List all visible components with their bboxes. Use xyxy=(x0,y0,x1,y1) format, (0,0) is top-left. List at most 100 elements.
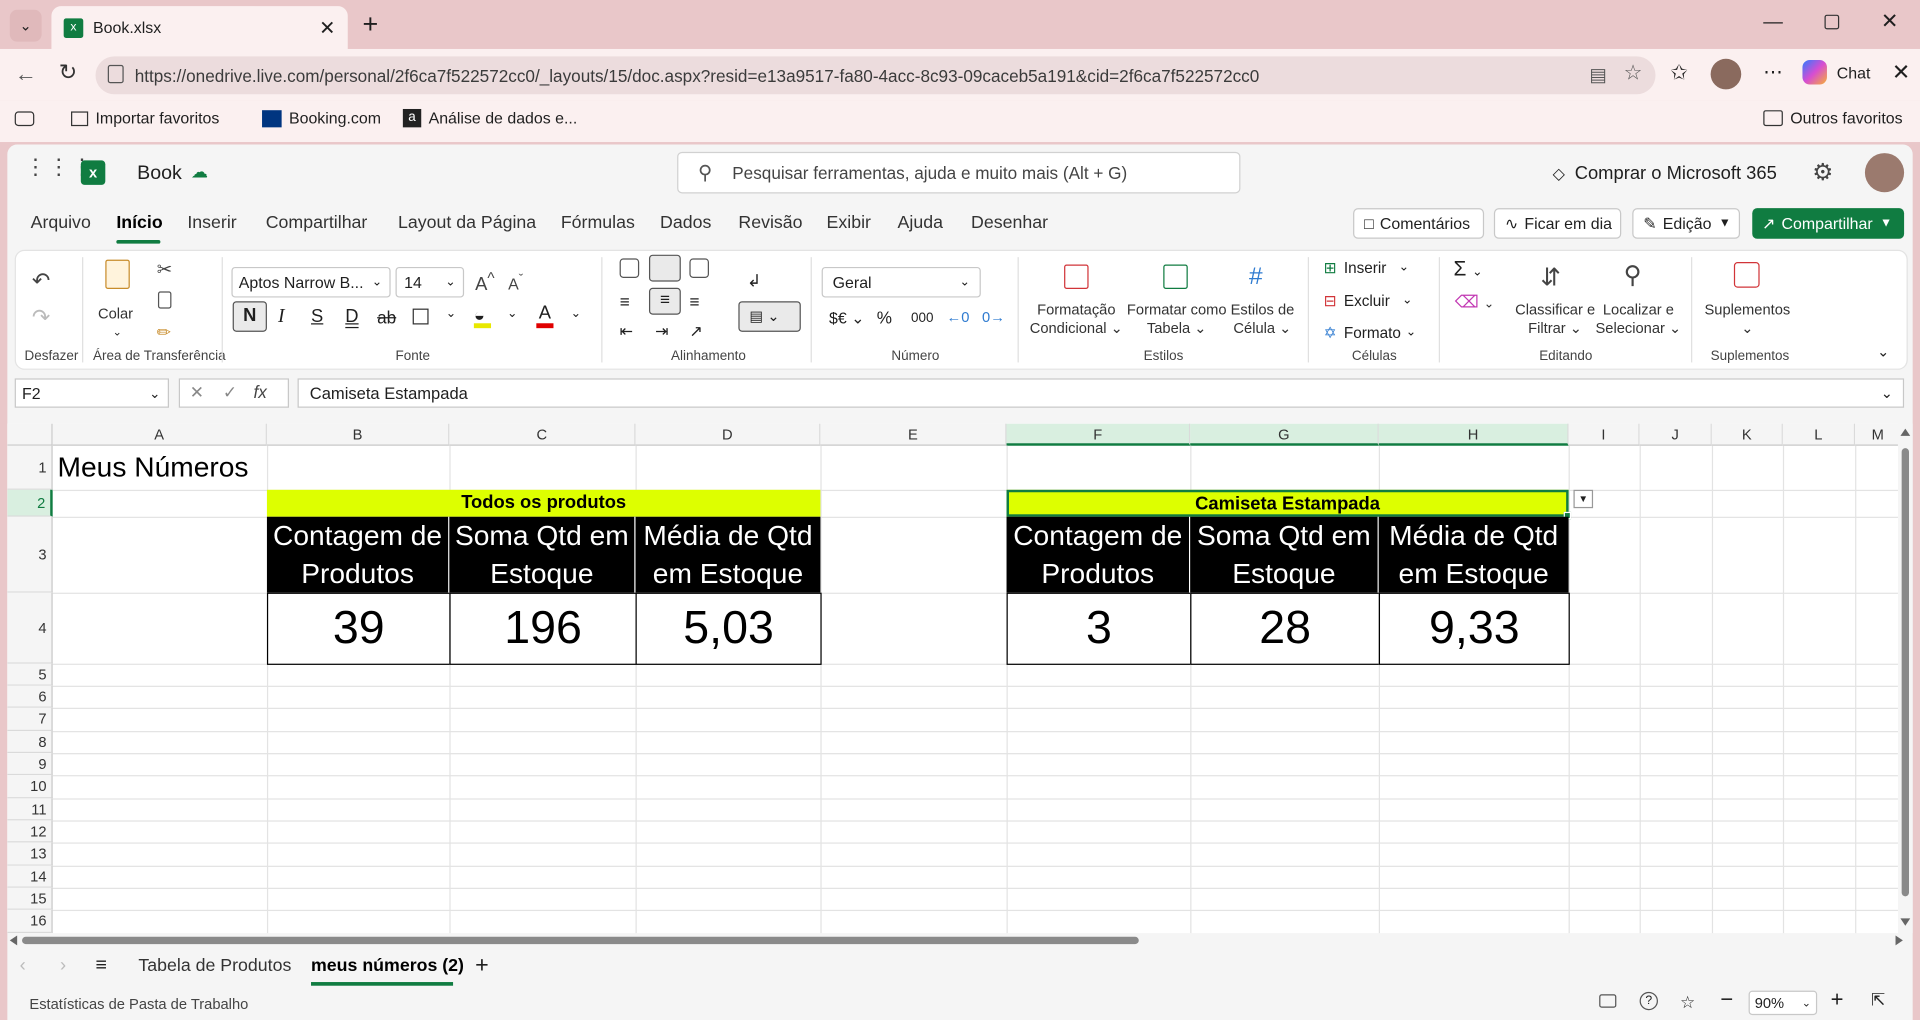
column-header-i[interactable]: I xyxy=(1568,423,1640,446)
find-icon[interactable]: ⚲ xyxy=(1624,260,1642,291)
format-as-table-button[interactable]: Formatar como Tabela ⌄ xyxy=(1124,301,1229,338)
table1-label-avg[interactable]: Média de Qtd em Estoque xyxy=(635,516,821,593)
redo-icon[interactable]: ↷ xyxy=(32,305,50,331)
row-header-7[interactable]: 7 xyxy=(7,707,53,732)
row-header-11[interactable]: 11 xyxy=(7,798,53,821)
add-sheet-icon[interactable]: + xyxy=(475,953,489,980)
feedback-icon[interactable]: ☆ xyxy=(1680,992,1695,1013)
table1-label-count[interactable]: Contagem de Produtos xyxy=(266,516,450,593)
menu-inserir[interactable]: Inserir xyxy=(187,213,236,233)
delete-cells-button[interactable]: ⊟ Excluir ⌄ xyxy=(1324,291,1413,310)
close-window-icon[interactable]: ✕ xyxy=(1881,10,1898,34)
borders-icon[interactable] xyxy=(412,308,429,325)
menu-ajuda[interactable]: Ajuda xyxy=(898,213,943,233)
zoom-out-icon[interactable]: − xyxy=(1720,987,1733,1013)
more-options-icon[interactable]: ⋯ xyxy=(1763,60,1783,84)
editing-mode-button[interactable]: ✎ Edição ▼ xyxy=(1632,208,1741,239)
url-bar[interactable]: https://onedrive.live.com/personal/2f6ca… xyxy=(95,56,1656,95)
font-size-dropdown[interactable]: 14 ⌄ xyxy=(395,266,465,298)
copy-icon[interactable] xyxy=(157,291,172,309)
cancel-icon[interactable]: ✕ xyxy=(190,382,204,403)
paste-options-dropdown-icon[interactable]: ▼ xyxy=(1573,489,1594,509)
format-cells-button[interactable]: ✡ Formato ⌄ xyxy=(1324,323,1416,342)
scroll-up-icon[interactable] xyxy=(1900,428,1911,436)
catchup-button[interactable]: ∿ Ficar em dia xyxy=(1493,208,1622,239)
sheet-tab-tabela-de-produtos[interactable]: Tabela de Produtos xyxy=(138,956,291,976)
menu-dados[interactable]: Dados xyxy=(660,213,711,233)
row-header-5[interactable]: 5 xyxy=(7,663,53,686)
cell-styles-button[interactable]: Estilos de Célula ⌄ xyxy=(1227,301,1298,338)
column-header-j[interactable]: J xyxy=(1639,423,1712,446)
name-box[interactable]: F2 ⌄ xyxy=(14,378,169,408)
table2-label-sum[interactable]: Soma Qtd em Estoque xyxy=(1190,516,1379,593)
formula-input[interactable]: Camiseta Estampada ⌄ xyxy=(297,378,1905,408)
spreadsheet-grid[interactable]: A B C D E F G H I J K L M 1 2 3 4 5 6 7 … xyxy=(7,423,1898,934)
other-favorites[interactable]: Outros favoritos xyxy=(1763,109,1903,127)
zoom-in-icon[interactable]: + xyxy=(1831,987,1844,1013)
italic-button[interactable]: I xyxy=(278,306,285,328)
scroll-down-icon[interactable] xyxy=(1900,918,1911,926)
chevron-down-icon[interactable]: ⌄ xyxy=(507,307,517,320)
align-bottom-icon[interactable] xyxy=(689,258,709,278)
expand-formula-icon[interactable]: ⌄ xyxy=(1881,384,1893,401)
user-avatar[interactable] xyxy=(1864,153,1905,193)
favorite-star-icon[interactable]: ☆ xyxy=(1624,61,1643,85)
row-header-2[interactable]: 2 xyxy=(7,489,53,517)
currency-icon[interactable]: $€ ⌄ xyxy=(829,309,864,329)
favorite-item-analise[interactable]: a Análise de dados e... xyxy=(402,108,577,128)
column-header-b[interactable]: B xyxy=(266,423,450,446)
table2-label-count[interactable]: Contagem de Produtos xyxy=(1006,516,1191,593)
underline-button[interactable]: S xyxy=(311,306,323,327)
column-header-f[interactable]: F xyxy=(1006,423,1191,446)
column-header-k[interactable]: K xyxy=(1711,423,1783,446)
increase-indent-icon[interactable]: ⇥ xyxy=(655,322,668,342)
conditional-format-icon[interactable] xyxy=(1064,264,1089,289)
minimize-icon[interactable]: — xyxy=(1763,12,1783,34)
site-info-icon[interactable] xyxy=(107,64,124,84)
chevron-down-icon[interactable]: ⌄ xyxy=(571,307,581,320)
orientation-icon[interactable]: ↗ xyxy=(689,322,702,342)
font-color-icon[interactable]: A xyxy=(539,302,551,323)
shrink-font-icon[interactable]: Aˇ xyxy=(508,272,523,293)
column-header-d[interactable]: D xyxy=(635,423,821,446)
favorite-item-booking[interactable]: Booking.com xyxy=(262,109,381,127)
share-button[interactable]: ↗ Compartilhar ▼ xyxy=(1752,208,1905,239)
menu-compartilhar[interactable]: Compartilhar xyxy=(266,213,368,233)
table2-label-avg[interactable]: Média de Qtd em Estoque xyxy=(1378,516,1569,593)
decrease-indent-icon[interactable]: ⇤ xyxy=(620,322,633,342)
menu-exibir[interactable]: Exibir xyxy=(827,213,871,233)
row-header-8[interactable]: 8 xyxy=(7,731,53,754)
copilot-chat-button[interactable]: Chat xyxy=(1802,60,1870,85)
table2-value-avg[interactable]: 9,33 xyxy=(1378,592,1570,665)
row-header-12[interactable]: 12 xyxy=(7,820,53,843)
thousands-icon[interactable]: 000 xyxy=(911,311,933,326)
menu-revisao[interactable]: Revisão xyxy=(738,213,802,233)
row-header-13[interactable]: 13 xyxy=(7,842,53,866)
paste-icon[interactable] xyxy=(105,259,130,289)
vertical-scrollbar[interactable] xyxy=(1897,423,1913,934)
row-header-3[interactable]: 3 xyxy=(7,516,53,593)
table2-header-cell-selected[interactable]: Camiseta Estampada xyxy=(1006,489,1569,517)
format-table-icon[interactable] xyxy=(1163,264,1188,289)
doc-name[interactable]: Book xyxy=(137,163,182,185)
favorites-icon[interactable]: ✩ xyxy=(1670,61,1687,85)
sheet-title-cell[interactable]: Meus Números xyxy=(58,451,249,484)
clear-icon[interactable]: ⌫ ⌄ xyxy=(1455,291,1494,312)
cut-icon[interactable]: ✂ xyxy=(157,258,172,281)
close-tab-icon[interactable]: ✕ xyxy=(319,15,335,39)
row-header-9[interactable]: 9 xyxy=(7,753,53,776)
row-header-16[interactable]: 16 xyxy=(7,909,53,934)
grow-font-icon[interactable]: A^ xyxy=(475,269,494,295)
reader-view-icon[interactable]: ▤ xyxy=(1589,64,1606,86)
decrease-decimal-icon[interactable]: 0→ xyxy=(982,309,1005,326)
next-sheet-icon[interactable]: › xyxy=(60,955,66,976)
settings-gear-icon[interactable]: ⚙ xyxy=(1812,159,1833,187)
column-header-m[interactable]: M xyxy=(1855,423,1898,446)
row-header-4[interactable]: 4 xyxy=(7,592,53,664)
table2-value-count[interactable]: 3 xyxy=(1006,592,1192,665)
profile-avatar[interactable] xyxy=(1710,58,1742,90)
column-header-g[interactable]: G xyxy=(1190,423,1379,446)
table1-value-sum[interactable]: 196 xyxy=(449,592,637,665)
insert-cells-button[interactable]: ⊞ Inserir ⌄ xyxy=(1324,258,1409,277)
wrap-text-icon[interactable]: ↲ xyxy=(747,271,761,292)
